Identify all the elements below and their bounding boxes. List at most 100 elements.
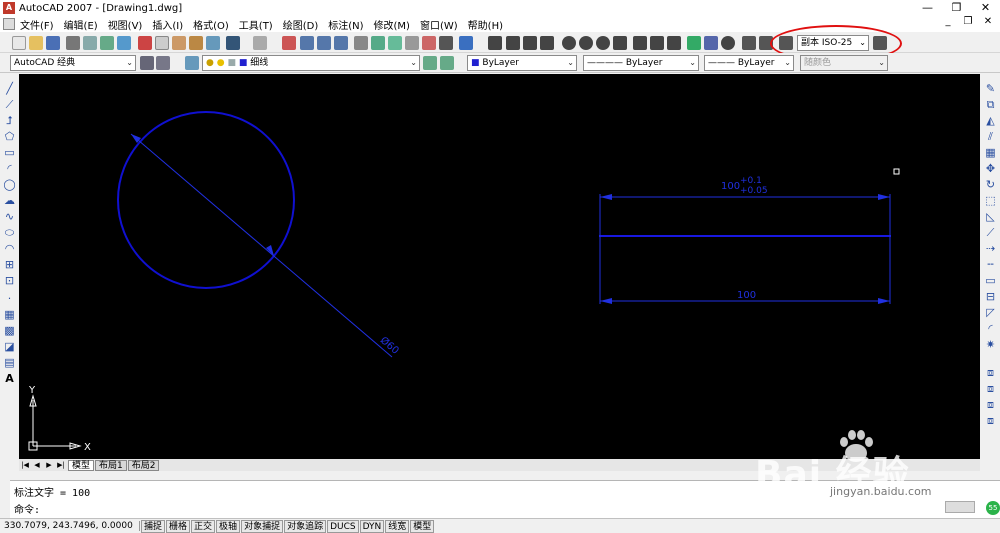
design-center-icon[interactable]: [371, 36, 385, 50]
ducs-toggle[interactable]: DUCS: [327, 519, 359, 533]
make-block-icon[interactable]: ⊡: [3, 274, 16, 287]
workspace-select[interactable]: AutoCAD 经典 ⌄: [10, 55, 136, 71]
doc-close-button[interactable]: ✕: [978, 16, 998, 27]
save-icon[interactable]: [46, 36, 60, 50]
zoom-window-icon[interactable]: [317, 36, 331, 50]
zoom-realtime-icon[interactable]: [300, 36, 314, 50]
menu-draw[interactable]: 绘图(D): [278, 17, 324, 32]
scale-icon[interactable]: ⬚: [984, 194, 997, 207]
break-at-point-icon[interactable]: ╌: [984, 258, 997, 271]
otrack-toggle[interactable]: 对象追踪: [284, 519, 327, 533]
menu-window[interactable]: 窗口(W): [415, 17, 463, 32]
center-mark-icon[interactable]: [721, 36, 735, 50]
tab-first-button[interactable]: |◀: [19, 461, 31, 469]
command-prompt[interactable]: 命令:: [14, 501, 40, 516]
construction-line-icon[interactable]: ⟋: [3, 98, 16, 111]
circle-entity[interactable]: [117, 111, 295, 289]
draw-order-back-icon[interactable]: ⧈: [984, 382, 997, 395]
jogged-dim-icon[interactable]: [579, 36, 593, 50]
spline-icon[interactable]: ∿: [3, 210, 16, 223]
open-icon[interactable]: [29, 36, 43, 50]
revision-cloud-icon[interactable]: ☁: [3, 194, 16, 207]
rotate-icon[interactable]: ↻: [984, 178, 997, 191]
draw-order-front-icon[interactable]: ⧈: [984, 366, 997, 379]
markup-icon[interactable]: [422, 36, 436, 50]
grid-toggle[interactable]: 栅格: [166, 519, 191, 533]
linear-dim-icon[interactable]: [488, 36, 502, 50]
draw-order-above-icon[interactable]: ⧈: [984, 398, 997, 411]
extend-icon[interactable]: ⇢: [984, 242, 997, 255]
table-icon[interactable]: ▤: [3, 356, 16, 369]
drawing-canvas[interactable]: Ø60 100 +0.1 +0.05 100 Y X: [19, 74, 980, 460]
baseline-dim-icon[interactable]: [650, 36, 664, 50]
doc-restore-button[interactable]: ❐: [958, 16, 978, 27]
tab-last-button[interactable]: ▶|: [55, 461, 67, 469]
zoom-previous-icon[interactable]: [334, 36, 348, 50]
match-properties-icon[interactable]: [189, 36, 203, 50]
menu-view[interactable]: 视图(V): [103, 17, 148, 32]
ellipse-arc-icon[interactable]: ◠: [3, 242, 16, 255]
arc-length-dim-icon[interactable]: [523, 36, 537, 50]
polyline-icon[interactable]: ⮥: [3, 114, 16, 127]
restore-button[interactable]: ❐: [942, 0, 971, 16]
linetype-select[interactable]: ———— ByLayer ⌄: [583, 55, 699, 71]
layer-select[interactable]: ● ● ■ ■ 细线 ⌄: [202, 55, 420, 71]
workspace-save-icon[interactable]: [156, 56, 170, 70]
menu-tools[interactable]: 工具(T): [234, 17, 278, 32]
command-scrollbar[interactable]: [945, 501, 975, 513]
coordinate-readout[interactable]: 330.7079, 243.7496, 0.0000: [0, 521, 140, 531]
diameter-dim-text[interactable]: Ø60: [378, 334, 401, 357]
snap-toggle[interactable]: 捕捉: [141, 519, 166, 533]
menu-dimension[interactable]: 标注(N): [323, 17, 368, 32]
multiline-text-icon[interactable]: A: [3, 372, 16, 385]
layer-properties-icon[interactable]: [185, 56, 199, 70]
move-icon[interactable]: ✥: [984, 162, 997, 175]
menu-file[interactable]: 文件(F): [15, 17, 59, 32]
layer-previous-icon[interactable]: [440, 56, 454, 70]
menu-edit[interactable]: 编辑(E): [59, 17, 103, 32]
fillet-icon[interactable]: ◜: [984, 322, 997, 335]
autocad-app-icon[interactable]: A: [3, 2, 15, 14]
copy-icon[interactable]: [155, 36, 169, 50]
copy-object-icon[interactable]: ⧉: [984, 98, 997, 111]
ellipse-icon[interactable]: ⬭: [3, 226, 16, 239]
aligned-dim-icon[interactable]: [506, 36, 520, 50]
cut-icon[interactable]: [138, 36, 152, 50]
menu-modify[interactable]: 修改(M): [369, 17, 415, 32]
lineweight-toggle[interactable]: 线宽: [385, 519, 410, 533]
explode-icon[interactable]: ✷: [984, 338, 997, 351]
publish-icon[interactable]: [100, 36, 114, 50]
paste-icon[interactable]: [172, 36, 186, 50]
arc-icon[interactable]: ◜: [3, 162, 16, 175]
tab-layout2[interactable]: 布局2: [127, 459, 160, 471]
hatch-icon[interactable]: ▦: [3, 308, 16, 321]
quick-dim-icon[interactable]: [633, 36, 647, 50]
tolerance-icon[interactable]: [704, 36, 718, 50]
document-icon[interactable]: [3, 18, 15, 30]
ortho-toggle[interactable]: 正交: [191, 519, 216, 533]
quick-leader-icon[interactable]: [687, 36, 701, 50]
help-icon[interactable]: [459, 36, 473, 50]
osnap-toggle[interactable]: 对象捕捉: [241, 519, 284, 533]
radius-dim-icon[interactable]: [562, 36, 576, 50]
array-icon[interactable]: ▦: [984, 146, 997, 159]
erase-icon[interactable]: ✎: [984, 82, 997, 95]
lineweight-select[interactable]: ——— ByLayer ⌄: [704, 55, 794, 71]
calculator-icon[interactable]: [439, 36, 453, 50]
diameter-dimension-line[interactable]: [130, 133, 393, 358]
point-icon[interactable]: ·: [3, 292, 16, 305]
angular-dim-icon[interactable]: [613, 36, 627, 50]
undo-icon[interactable]: [226, 36, 240, 50]
chamfer-icon[interactable]: ◸: [984, 306, 997, 319]
menu-format[interactable]: 格式(O): [188, 17, 234, 32]
new-icon[interactable]: [12, 36, 26, 50]
mirror-icon[interactable]: ◭: [984, 114, 997, 127]
properties-icon[interactable]: [354, 36, 368, 50]
make-current-layer-icon[interactable]: [423, 56, 437, 70]
3d-dwf-icon[interactable]: [117, 36, 131, 50]
sheet-set-icon[interactable]: [405, 36, 419, 50]
workspace-settings-icon[interactable]: [140, 56, 154, 70]
tab-next-button[interactable]: ▶: [43, 461, 55, 469]
circle-icon[interactable]: ◯: [3, 178, 16, 191]
print-icon[interactable]: [66, 36, 80, 50]
